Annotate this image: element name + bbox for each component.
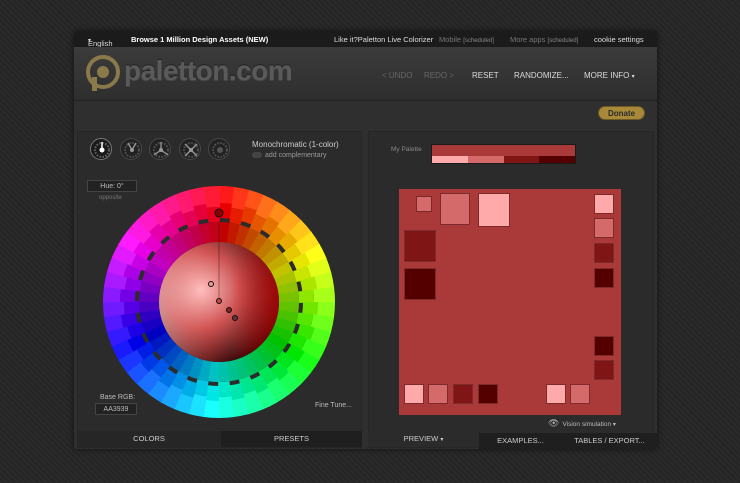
vision-simulation-button[interactable]: 👁 Vision simulation ▾ xyxy=(548,418,616,429)
paletton-app: English ▾ Browse 1 Million Design Assets… xyxy=(74,31,657,449)
preview-swatch xyxy=(479,385,497,403)
mobile-link[interactable]: Mobile [scheduled] xyxy=(439,35,494,44)
add-complementary-toggle[interactable]: add complementary xyxy=(252,152,326,159)
more-apps-text: More apps xyxy=(510,35,546,44)
preview-swatch xyxy=(417,197,431,211)
chevron-down-icon: ▾ xyxy=(440,437,444,443)
paletton-logo-icon[interactable] xyxy=(86,55,120,98)
preview-swatch xyxy=(405,269,435,299)
base-rgb-field[interactable]: AA3939 xyxy=(95,403,137,415)
hue-handle-icon[interactable] xyxy=(208,281,214,287)
preview-swatch xyxy=(479,194,509,226)
preview-swatch xyxy=(405,385,423,403)
color-wheel[interactable] xyxy=(103,186,335,423)
undo-button[interactable]: < UNDO xyxy=(382,71,412,80)
chevron-down-icon: ▾ xyxy=(631,74,635,80)
preview-swatch xyxy=(595,219,613,237)
browse-assets-link[interactable]: Browse 1 Million Design Assets (NEW) xyxy=(131,35,268,44)
preview-swatch xyxy=(595,244,613,262)
my-palette-strip[interactable] xyxy=(431,144,576,164)
language-select[interactable]: English ▾ xyxy=(88,35,113,48)
palette-shades xyxy=(432,156,575,163)
mobile-scheduled-tag: [scheduled] xyxy=(463,38,494,44)
reset-button[interactable]: RESET xyxy=(472,71,499,80)
tab-tables-export[interactable]: TABLES / EXPORT... xyxy=(562,433,657,449)
logo-text[interactable]: paletton.com xyxy=(124,55,293,87)
hue-handle-icon[interactable] xyxy=(232,315,238,321)
like-it-link[interactable]: Like it?Paletton Live Colorizer xyxy=(334,35,433,44)
free-style-scheme-icon[interactable] xyxy=(208,138,230,160)
tab-preview[interactable]: PREVIEW ▾ xyxy=(368,431,479,447)
add-complementary-label: add complementary xyxy=(265,152,327,159)
my-palette-label: My Palette xyxy=(391,146,422,153)
hue-handle-icon[interactable] xyxy=(216,298,222,304)
adjacent-scheme-icon[interactable] xyxy=(120,138,142,160)
triad-scheme-icon[interactable] xyxy=(149,138,171,160)
donate-button[interactable]: Donate xyxy=(598,106,645,120)
monochromatic-scheme-icon[interactable] xyxy=(90,138,112,160)
header: paletton.com < UNDO REDO > RESET RANDOMI… xyxy=(74,47,657,101)
more-apps-scheduled-tag: [scheduled] xyxy=(547,38,579,44)
palette-shade-swatch[interactable] xyxy=(539,156,575,163)
hue-handle-icon[interactable] xyxy=(226,307,232,313)
eye-icon: 👁 xyxy=(548,418,560,428)
preview-swatch xyxy=(595,337,613,355)
preview-swatch xyxy=(595,361,613,379)
more-info-label: MORE INFO xyxy=(584,71,630,80)
more-info-button[interactable]: MORE INFO ▾ xyxy=(584,71,635,80)
preview-swatch xyxy=(429,385,447,403)
more-apps-link[interactable]: More apps [scheduled] xyxy=(510,35,578,44)
hue-handle-icon[interactable] xyxy=(214,208,224,218)
palette-shade-swatch[interactable] xyxy=(503,156,540,163)
scheme-name: Monochromatic (1-color) xyxy=(252,140,339,149)
tab-preview-label: PREVIEW xyxy=(403,434,439,443)
preview-swatch xyxy=(454,385,472,403)
tab-examples[interactable]: EXAMPLES... xyxy=(479,433,562,449)
base-rgb-label: Base RGB: xyxy=(100,394,136,401)
randomize-button[interactable]: RANDOMIZE... xyxy=(514,71,569,80)
preview-swatch xyxy=(547,385,565,403)
like-it-text: Like it? xyxy=(334,35,358,44)
preview-canvas xyxy=(399,189,621,415)
palette-shade-swatch[interactable] xyxy=(467,156,504,163)
vision-simulation-label: Vision simulation xyxy=(562,421,612,428)
chevron-down-icon: ▾ xyxy=(612,422,616,428)
preview-swatch xyxy=(441,194,469,224)
palette-shade-swatch[interactable] xyxy=(432,156,468,163)
preview-swatch xyxy=(405,231,435,261)
top-bar: English ▾ Browse 1 Million Design Assets… xyxy=(74,31,657,48)
preview-swatch xyxy=(595,269,613,287)
mobile-text: Mobile xyxy=(439,35,462,44)
redo-button[interactable]: REDO > xyxy=(424,71,454,80)
preview-swatch xyxy=(571,385,589,403)
toggle-icon xyxy=(252,152,262,159)
tab-colors[interactable]: COLORS xyxy=(77,431,221,447)
live-colorizer-text: Paletton Live Colorizer xyxy=(357,35,434,44)
tetrad-scheme-icon[interactable] xyxy=(179,138,201,160)
tab-presets[interactable]: PRESETS xyxy=(221,431,362,447)
fine-tune-button[interactable]: Fine Tune... xyxy=(315,402,352,409)
palette-main-swatch[interactable] xyxy=(432,145,575,156)
preview-swatch xyxy=(595,195,613,213)
cookie-settings-link[interactable]: cookie settings xyxy=(594,35,644,44)
